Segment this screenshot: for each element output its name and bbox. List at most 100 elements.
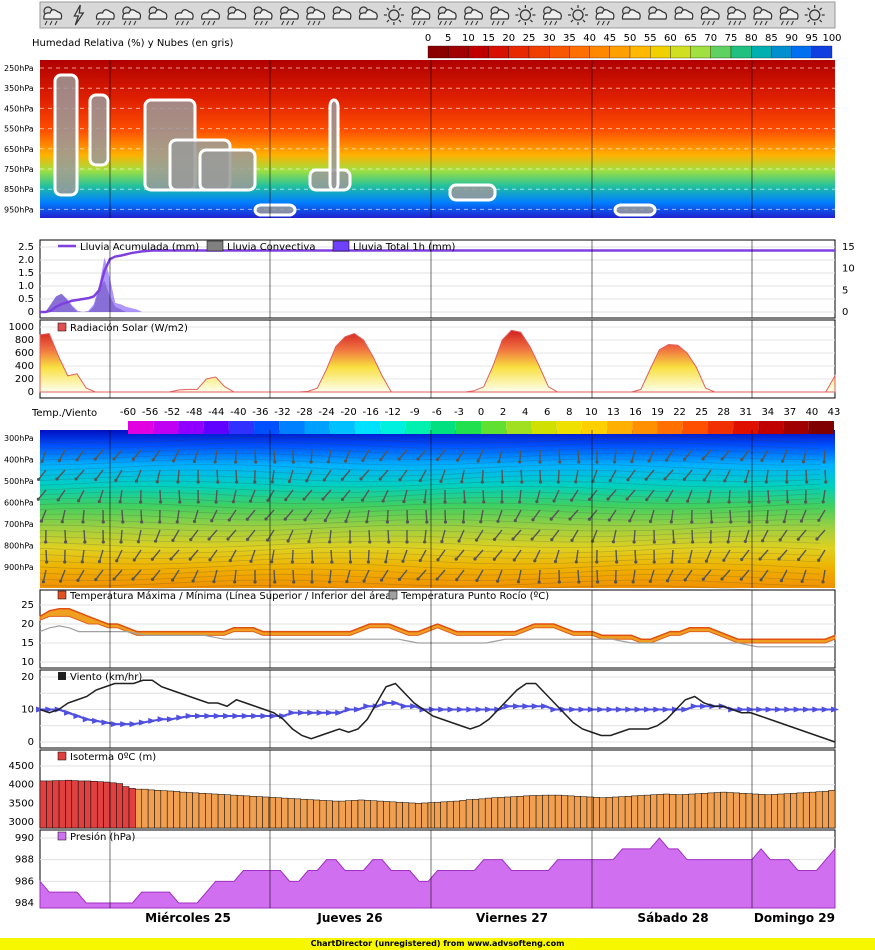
scale-swatch <box>783 421 809 434</box>
level-label: 250hPa <box>4 64 34 73</box>
wind-arrow-head <box>476 459 480 463</box>
level-label: 750hPa <box>4 165 34 174</box>
freezing-bar <box>771 794 779 829</box>
freezing-bar <box>389 801 397 829</box>
wind-arrow-head <box>40 459 44 463</box>
freezing-bar <box>135 788 143 829</box>
wind-arrow-head <box>322 478 326 482</box>
wind-arrow <box>367 549 370 563</box>
wind-arrow-head <box>596 580 600 584</box>
pressure-tick: 986 <box>15 876 34 887</box>
freezing-bar <box>777 793 785 829</box>
wind-arrow-head <box>665 498 669 502</box>
wind-arrow-head <box>309 460 313 464</box>
wind-arrow-head <box>720 577 724 581</box>
level-label: 350hPa <box>4 84 34 93</box>
rain-left-tick: 0 <box>28 307 34 318</box>
day-label: Viernes 27 <box>476 911 548 925</box>
freezing-bar <box>720 791 728 829</box>
scale-swatch <box>811 45 833 59</box>
radiation-tick: 600 <box>15 348 34 359</box>
legend-swatch-convective <box>206 240 224 252</box>
freezing-tick: 3500 <box>9 798 34 809</box>
rain-left-tick: 1.5 <box>18 268 34 279</box>
freezing-bar <box>109 782 117 829</box>
scale-tick: -36 <box>252 407 268 418</box>
freezing-bar <box>173 791 181 829</box>
wind-arrow-head <box>455 458 460 462</box>
freezing-bar <box>656 794 664 829</box>
scale-swatch <box>556 421 582 434</box>
scale-swatch <box>670 45 691 59</box>
temperature-tick: 25 <box>21 600 34 611</box>
freezing-bar <box>510 796 518 829</box>
freezing-bar <box>211 793 219 829</box>
scale-tick: 90 <box>785 33 798 44</box>
freezing-bar <box>535 795 543 829</box>
freezing-bar <box>376 800 384 829</box>
freezing-bar <box>790 793 798 829</box>
wind-arrow-head <box>496 579 500 583</box>
wind-arrow-head <box>321 497 325 501</box>
weather-icon-strip <box>39 1 836 29</box>
wind-arrow-head <box>443 520 448 524</box>
freezing-bar <box>599 797 607 829</box>
humidity-title: Humedad Relativa (%) y Nubes (en gris) <box>32 38 234 49</box>
freezing-bar <box>230 794 238 829</box>
scale-swatch <box>508 45 530 59</box>
scale-swatch <box>629 45 651 59</box>
wind-arrow-head <box>379 457 383 462</box>
scale-swatch <box>549 45 570 59</box>
freezing-bar <box>383 801 391 829</box>
level-label: 950hPa <box>4 205 34 214</box>
wind-arrow-head <box>779 579 784 583</box>
scale-tick: 28 <box>717 407 730 418</box>
wind-arrow-head <box>628 519 632 523</box>
wind-arrow-head <box>687 560 691 564</box>
scale-tick: 19 <box>651 407 664 418</box>
cloud-area <box>328 98 340 192</box>
freezing-bar <box>472 798 480 829</box>
wind-arrow-head <box>558 460 562 464</box>
wind-arrow-head <box>207 537 211 541</box>
wind-arrow-head <box>595 460 599 464</box>
wind-arrow-head <box>626 478 630 482</box>
wind-arrow-head <box>340 477 344 481</box>
freezing-bar <box>345 800 352 829</box>
wind-arrow <box>805 469 808 483</box>
legend-swatch-dewpoint <box>388 590 398 600</box>
wind-arrow-head <box>631 580 635 584</box>
scale-swatch <box>468 45 489 59</box>
freezing-bar <box>739 793 747 829</box>
wind-arrow-head <box>739 577 743 581</box>
wind-arrow-head <box>233 580 237 584</box>
wind-arrow <box>823 449 826 463</box>
freezing-bar <box>542 794 550 829</box>
wind-arrow-head <box>647 459 651 463</box>
freezing-bar <box>52 780 60 829</box>
scale-swatch <box>808 421 834 434</box>
scale-swatch <box>751 45 772 59</box>
scale-swatch <box>650 45 671 59</box>
wind-arrow <box>368 529 371 543</box>
wind-arrow-head <box>118 500 122 504</box>
scale-tick: 25 <box>695 407 708 418</box>
wind-arrow-head <box>171 538 175 542</box>
wind-arrow-head <box>669 520 673 524</box>
wind-arrow-head <box>178 500 182 504</box>
freezing-bar <box>605 797 613 829</box>
freezing-bar <box>650 794 658 829</box>
wind-arrow-head <box>273 580 277 584</box>
wind-arrow-head <box>330 560 334 564</box>
wind-arrow-head <box>188 557 192 561</box>
humidity-color-scale: 0 5 10 15 20 25 30 35 40 45 50 55 60 65 70 75 80 85 90 95 10… <box>425 33 842 59</box>
freezing-bar <box>478 798 486 829</box>
scale-swatch <box>632 421 658 434</box>
wind-arrow-head <box>39 519 44 523</box>
scale-tick: 6 <box>544 407 550 418</box>
wind-arrow-head <box>480 480 485 484</box>
wind-arrow <box>615 549 618 563</box>
legend-total: Lluvia Total 1h (mm) <box>353 242 455 253</box>
wind-arrow <box>728 489 731 503</box>
wind-arrow <box>672 529 675 543</box>
